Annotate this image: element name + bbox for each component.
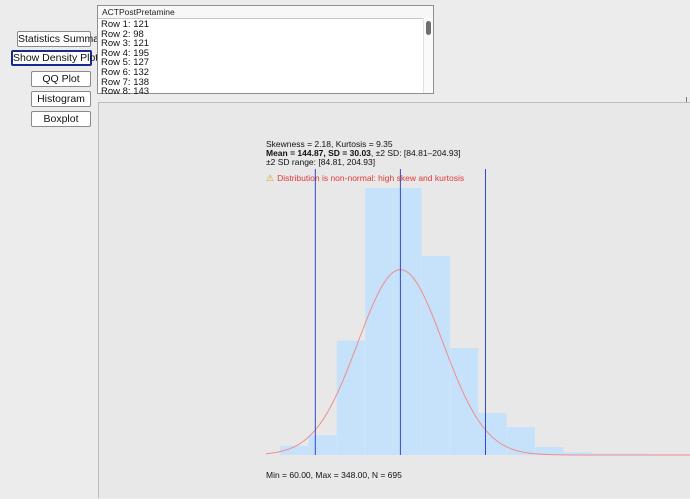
histogram-bar bbox=[506, 427, 535, 455]
list-item[interactable]: Row 1: 121 bbox=[101, 20, 433, 30]
list-scrollbar-thumb[interactable] bbox=[426, 21, 431, 35]
histogram-bar bbox=[308, 435, 337, 455]
list-item[interactable]: Row 6: 132 bbox=[101, 68, 433, 78]
boxplot-button[interactable]: Boxplot bbox=[31, 111, 91, 127]
list-item[interactable]: Row 4: 195 bbox=[101, 49, 433, 59]
list-item[interactable]: Row 3: 121 bbox=[101, 39, 433, 49]
qq-plot-button[interactable]: QQ Plot bbox=[31, 71, 91, 87]
list-item[interactable]: Row 7: 138 bbox=[101, 77, 433, 88]
list-item[interactable]: Row 8: 143 bbox=[101, 87, 433, 97]
data-listbox[interactable]: ACTPostPretamine Row 1: 121 Row 2: 98 Ro… bbox=[97, 5, 434, 97]
density-chart bbox=[265, 169, 690, 456]
histogram-button[interactable]: Histogram bbox=[31, 91, 91, 107]
statistics-summary-button[interactable]: Statistics Summary bbox=[17, 31, 108, 47]
list-rows: Row 1: 121 Row 2: 98 Row 3: 121 Row 4: 1… bbox=[98, 19, 433, 97]
list-item[interactable]: Row 5: 127 bbox=[101, 58, 433, 68]
histogram-bar bbox=[478, 413, 507, 455]
histogram-bar bbox=[365, 188, 394, 455]
list-column-header[interactable]: ACTPostPretamine bbox=[98, 6, 433, 19]
histogram-bar bbox=[450, 348, 479, 455]
histogram-bar bbox=[336, 340, 365, 455]
list-item[interactable]: Row 2: 98 bbox=[101, 29, 433, 40]
histogram-bar bbox=[421, 256, 450, 455]
density-plot-panel: Skewness = 2.18, Kurtosis = 9.35 Mean = … bbox=[98, 102, 690, 498]
summary-footer: Min = 60.00, Max = 348.00, N = 695 bbox=[266, 470, 402, 480]
show-density-plot-button[interactable]: Show Density Plot bbox=[11, 50, 98, 66]
histogram-bar bbox=[393, 188, 422, 455]
